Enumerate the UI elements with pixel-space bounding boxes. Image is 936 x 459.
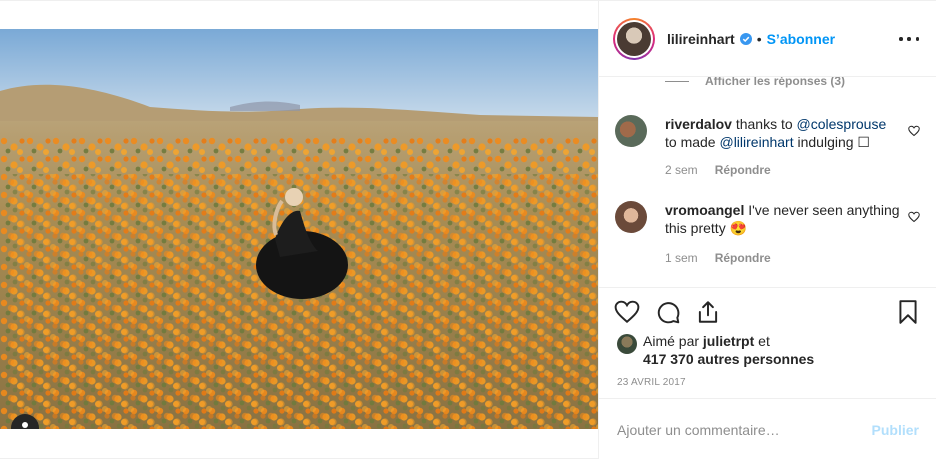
heart-icon[interactable]: [908, 211, 920, 223]
liker-avatar[interactable]: [617, 334, 637, 354]
poppy-field-image: [0, 29, 598, 429]
commenter-username[interactable]: vromoangel: [665, 202, 744, 218]
author-avatar[interactable]: [613, 17, 655, 60]
commenter-avatar[interactable]: [615, 201, 647, 233]
heart-icon[interactable]: [614, 299, 640, 325]
comment-time: 2 sem: [665, 163, 698, 177]
verified-badge-icon: [739, 32, 752, 45]
mention-link[interactable]: @colesprouse: [797, 116, 887, 132]
post-sidebar: lilireinhart • S’abonner Afficher les ré…: [598, 1, 936, 459]
header-separator: •: [756, 30, 762, 47]
comment-text: vromoangel I've never seen anything this…: [665, 202, 900, 236]
author-avatar-image: [617, 21, 651, 56]
view-replies-button[interactable]: Afficher les réponses (3): [665, 77, 845, 88]
comment-meta: 1 sem Répondre: [665, 251, 771, 265]
share-icon[interactable]: [695, 299, 721, 325]
liker-username[interactable]: julietrpt: [703, 333, 754, 349]
comment-icon[interactable]: [655, 299, 681, 325]
commenter-username[interactable]: riverdalov: [665, 116, 732, 132]
bookmark-icon[interactable]: [895, 299, 921, 325]
follow-button[interactable]: S’abonner: [767, 31, 835, 47]
author-username[interactable]: lilireinhart: [667, 31, 735, 47]
comment-text: riverdalov thanks to @colesprouse to mad…: [665, 116, 887, 150]
post-photo[interactable]: [0, 29, 598, 429]
commenter-avatar[interactable]: [615, 115, 647, 147]
replies-line: [665, 80, 689, 82]
post-header: lilireinhart • S’abonner: [599, 1, 936, 77]
publish-button[interactable]: Publier: [872, 422, 919, 438]
comment-meta: 2 sem Répondre: [665, 163, 771, 177]
heart-icon[interactable]: [908, 125, 920, 137]
likes-text: Aimé par julietrpt et 417 370 autres per…: [643, 333, 815, 367]
likes-count[interactable]: 417 370 autres personnes: [643, 351, 814, 367]
add-comment-bar: Publier: [599, 398, 936, 459]
reply-button[interactable]: Répondre: [715, 251, 771, 265]
comments-list: Afficher les réponses (3) riverdalov tha…: [599, 77, 936, 287]
more-options-icon[interactable]: [899, 29, 919, 49]
comment-time: 1 sem: [665, 251, 698, 265]
post-date: 23 AVRIL 2017: [617, 377, 686, 388]
mention-link[interactable]: @lilireinhart: [719, 134, 793, 150]
comment-input[interactable]: [617, 421, 872, 438]
view-replies-label: Afficher les réponses (3): [705, 77, 846, 88]
reply-button[interactable]: Répondre: [715, 163, 771, 177]
post-container: lilireinhart • S’abonner Afficher les ré…: [0, 0, 936, 459]
post-actions: Aimé par julietrpt et 417 370 autres per…: [599, 287, 936, 407]
